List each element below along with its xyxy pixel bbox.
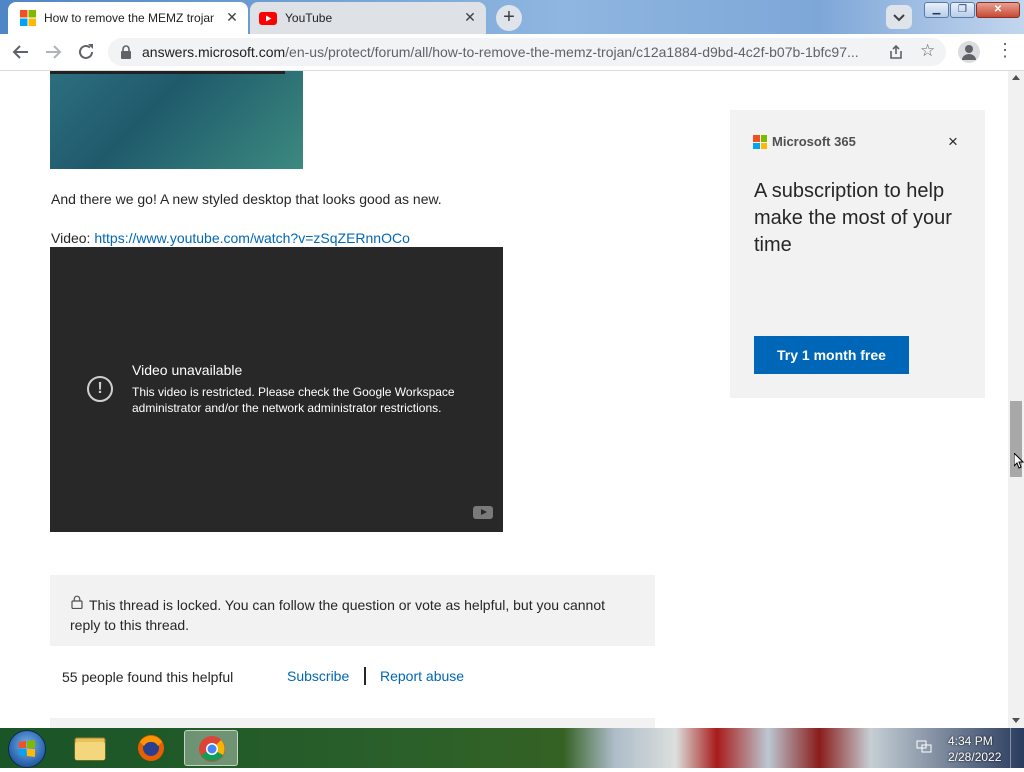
person-icon xyxy=(962,45,976,60)
youtube-logo-icon[interactable] xyxy=(473,506,493,519)
thread-locked-notice: This thread is locked. You can follow th… xyxy=(50,575,655,646)
report-abuse-link[interactable]: Report abuse xyxy=(380,668,464,684)
subscribe-link[interactable]: Subscribe xyxy=(287,668,349,684)
youtube-video-player[interactable]: ! Video unavailable This video is restri… xyxy=(50,247,503,532)
lock-icon xyxy=(121,45,131,59)
chevron-down-icon xyxy=(893,14,905,22)
profile-avatar-icon[interactable] xyxy=(958,41,980,63)
tab-title: YouTube xyxy=(285,11,333,25)
windows-start-button[interactable] xyxy=(8,730,46,768)
scroll-down-arrow-icon[interactable] xyxy=(1012,718,1020,723)
scroll-up-arrow-icon[interactable] xyxy=(1012,75,1020,80)
helpful-count: 55 people found this helpful xyxy=(62,669,234,685)
clock-time[interactable]: 4:34 PM xyxy=(948,734,993,748)
forward-button[interactable] xyxy=(41,40,65,64)
firefox-icon xyxy=(138,735,164,761)
youtube-favicon-icon xyxy=(259,11,277,25)
tab-youtube[interactable]: YouTube ✕ xyxy=(250,2,486,34)
try-free-button[interactable]: Try 1 month free xyxy=(754,336,909,374)
close-tab-icon[interactable]: ✕ xyxy=(224,9,240,25)
next-reply-box xyxy=(50,718,655,728)
new-tab-button[interactable]: + xyxy=(496,5,522,31)
video-restriction-message: This video is restricted. Please check t… xyxy=(132,385,455,415)
bookmark-star-icon[interactable]: ☆ xyxy=(920,41,935,61)
share-icon[interactable] xyxy=(888,44,904,60)
article-paragraph: And there we go! A new styled desktop th… xyxy=(51,191,442,207)
alert-circle-icon: ! xyxy=(87,376,113,402)
clock-date[interactable]: 2/28/2022 xyxy=(948,750,1001,764)
url-host: answers.microsoft.com xyxy=(142,44,286,60)
close-icon[interactable]: × xyxy=(948,132,958,152)
folder-icon xyxy=(74,737,106,761)
microsoft-favicon-icon xyxy=(20,10,36,26)
ad-brand-name: Microsoft 365 xyxy=(772,134,856,149)
close-window-button[interactable]: ✕ xyxy=(976,2,1020,18)
windows-logo-icon xyxy=(19,740,35,757)
locked-notice-text: This thread is locked. You can follow th… xyxy=(70,597,605,633)
network-tray-icon[interactable] xyxy=(916,740,932,754)
url-path: /en-us/protect/forum/all/how-to-remove-t… xyxy=(285,44,859,60)
taskbar-firefox[interactable] xyxy=(124,730,178,766)
url-text: answers.microsoft.com/en-us/protect/foru… xyxy=(142,44,859,60)
maximize-window-button[interactable]: ❐ xyxy=(950,2,975,18)
mouse-cursor-icon xyxy=(1014,453,1024,469)
back-button[interactable] xyxy=(9,40,33,64)
taskbar-chrome[interactable] xyxy=(184,730,238,766)
video-link-line: Video: https://www.youtube.com/watch?v=z… xyxy=(51,230,410,246)
microsoft-logo-icon xyxy=(753,135,767,149)
microsoft-365-ad: Microsoft 365 × A subscription to help m… xyxy=(730,110,985,398)
address-bar[interactable]: answers.microsoft.com/en-us/protect/foru… xyxy=(108,38,946,66)
chrome-icon xyxy=(199,736,225,762)
article-screenshot-image xyxy=(50,71,303,169)
browser-menu-icon[interactable]: ⋮ xyxy=(996,40,1014,61)
page-scrollbar[interactable] xyxy=(1008,71,1024,728)
video-label: Video: xyxy=(51,230,95,246)
ad-headline: A subscription to help make the most of … xyxy=(754,180,952,256)
video-link[interactable]: https://www.youtube.com/watch?v=zSqZERnn… xyxy=(94,230,410,246)
link-separator xyxy=(364,667,366,685)
browser-tab-strip: How to remove the MEMZ trojan ✕ YouTube … xyxy=(0,0,1024,34)
page-content: And there we go! A new styled desktop th… xyxy=(0,71,1008,728)
video-unavailable-title: Video unavailable xyxy=(132,362,243,378)
reload-icon xyxy=(79,44,93,59)
tab-search-button[interactable] xyxy=(886,5,912,29)
taskbar-explorer[interactable] xyxy=(63,730,117,766)
arrow-right-icon xyxy=(46,45,62,59)
windows-taskbar: 4:34 PM 2/28/2022 xyxy=(0,728,1024,768)
browser-toolbar: answers.microsoft.com/en-us/protect/foru… xyxy=(0,34,1024,71)
tab-title: How to remove the MEMZ trojan xyxy=(44,11,214,25)
close-tab-icon[interactable]: ✕ xyxy=(462,9,478,25)
reload-button[interactable] xyxy=(74,40,98,64)
show-desktop-button[interactable] xyxy=(1010,728,1024,768)
arrow-left-icon xyxy=(12,45,28,59)
minimize-window-button[interactable]: ▁ xyxy=(924,2,949,18)
tab-memz-article[interactable]: How to remove the MEMZ trojan ✕ xyxy=(8,2,248,34)
